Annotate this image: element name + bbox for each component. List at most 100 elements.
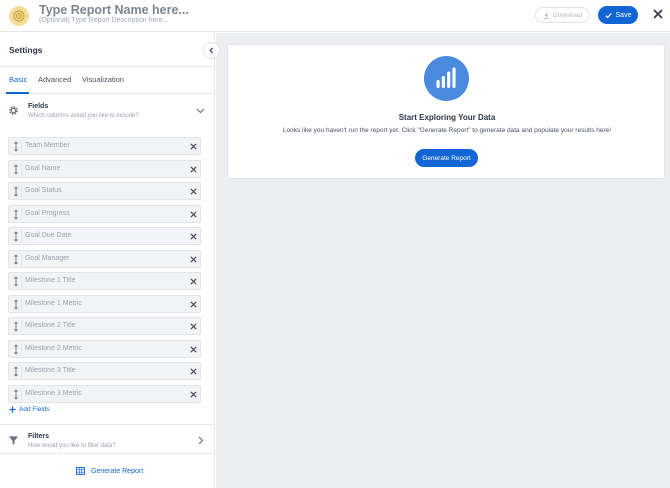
field-row[interactable]: Milestone 1 Metric bbox=[8, 294, 201, 313]
field-row[interactable]: Team Member bbox=[8, 137, 201, 155]
drag-handle-icon[interactable] bbox=[12, 253, 20, 265]
remove-field-icon[interactable] bbox=[190, 233, 197, 240]
remove-field-icon[interactable] bbox=[190, 255, 197, 263]
field-divider bbox=[21, 207, 22, 221]
empty-state-card: Start Exploring Your Data Looks like you… bbox=[227, 44, 665, 179]
remove-field-icon[interactable] bbox=[190, 300, 197, 308]
field-label: Milestone 3 Title bbox=[25, 367, 76, 374]
divider bbox=[0, 453, 214, 454]
field-divider bbox=[21, 162, 22, 176]
plus-icon bbox=[9, 406, 16, 413]
table-icon bbox=[76, 467, 85, 475]
empty-state-title: Start Exploring Your Data bbox=[398, 113, 496, 122]
remove-field-icon[interactable] bbox=[190, 188, 197, 195]
tab-visualization[interactable]: Visualization bbox=[82, 75, 124, 84]
chevron-right-icon bbox=[198, 436, 204, 445]
gear-icon bbox=[9, 106, 18, 115]
target-icon bbox=[13, 10, 25, 22]
generate-report-button[interactable]: Generate Report bbox=[415, 149, 478, 167]
remove-field-icon[interactable] bbox=[190, 390, 197, 398]
field-label: Goal Manager bbox=[25, 254, 70, 262]
drag-handle-icon[interactable] bbox=[12, 163, 20, 175]
empty-state-text: Looks like you haven't run the report ye… bbox=[282, 127, 612, 134]
remove-field-icon[interactable] bbox=[190, 143, 197, 150]
filters-subtitle: How would you like to filter data? bbox=[28, 443, 116, 449]
download-icon bbox=[543, 11, 550, 19]
field-row[interactable]: Milestone 1 Title bbox=[8, 272, 201, 290]
close-icon[interactable] bbox=[652, 8, 664, 20]
field-row[interactable]: Goal Progress bbox=[8, 204, 201, 223]
remove-field-icon[interactable] bbox=[190, 278, 197, 285]
field-divider bbox=[21, 185, 22, 198]
active-tab-indicator bbox=[6, 92, 29, 94]
drag-handle-icon[interactable] bbox=[12, 276, 20, 287]
tab-basic[interactable]: Basic bbox=[9, 75, 27, 84]
bar-chart-icon bbox=[436, 67, 456, 88]
download-label: Download bbox=[553, 11, 582, 19]
settings-tabs: Basic Advanced Visualization bbox=[0, 66, 214, 94]
download-button[interactable]: Download bbox=[535, 7, 590, 23]
remove-field-icon[interactable] bbox=[190, 210, 197, 218]
remove-field-icon[interactable] bbox=[190, 368, 197, 375]
field-label: Milestone 3 Metric bbox=[25, 389, 82, 397]
fields-title: Fields bbox=[28, 103, 49, 110]
field-divider bbox=[21, 342, 22, 356]
chevron-left-icon bbox=[209, 47, 213, 54]
drag-handle-icon[interactable] bbox=[12, 366, 20, 377]
add-fields-button[interactable]: Add Fields bbox=[9, 406, 50, 413]
field-row[interactable]: Milestone 2 Title bbox=[8, 317, 201, 335]
report-description-input[interactable]: (Optional) Type Report Description here.… bbox=[39, 17, 168, 24]
check-icon bbox=[604, 12, 612, 18]
add-fields-label: Add Fields bbox=[19, 406, 50, 413]
drag-handle-icon[interactable] bbox=[12, 388, 20, 400]
field-divider bbox=[21, 320, 22, 333]
sidebar-generate-report-button[interactable]: Generate Report bbox=[76, 467, 143, 475]
drag-handle-icon[interactable] bbox=[12, 298, 20, 310]
drag-handle-icon[interactable] bbox=[12, 208, 20, 220]
field-divider bbox=[21, 252, 22, 266]
field-label: Milestone 1 Title bbox=[25, 277, 76, 284]
field-label: Milestone 2 Title bbox=[25, 322, 76, 329]
collapse-sidebar-button[interactable] bbox=[203, 42, 220, 59]
filters-title: Filters bbox=[28, 433, 50, 440]
drag-handle-icon[interactable] bbox=[12, 231, 20, 242]
field-label: Goal Progress bbox=[25, 209, 70, 217]
field-row[interactable]: Milestone 3 Metric bbox=[8, 384, 201, 403]
report-name-input[interactable]: Type Report Name here... bbox=[39, 3, 189, 17]
field-row[interactable]: Milestone 2 Metric bbox=[8, 339, 201, 358]
save-label: Save bbox=[615, 11, 632, 19]
field-divider bbox=[21, 365, 22, 378]
report-logo bbox=[9, 6, 29, 26]
filter-icon bbox=[8, 436, 19, 445]
field-label: Goal Due Date bbox=[25, 232, 72, 239]
field-divider bbox=[21, 275, 22, 288]
results-area: Start Exploring Your Data Looks like you… bbox=[216, 33, 670, 488]
generate-report-label: Generate Report bbox=[422, 154, 471, 162]
field-row[interactable]: Goal Status bbox=[8, 182, 201, 200]
remove-field-icon[interactable] bbox=[190, 345, 197, 353]
save-button[interactable]: Save bbox=[598, 6, 638, 24]
field-row[interactable]: Goal Due Date bbox=[8, 227, 201, 245]
tab-advanced[interactable]: Advanced bbox=[38, 75, 71, 84]
field-divider bbox=[21, 140, 22, 153]
field-label: Goal Status bbox=[25, 187, 62, 194]
drag-handle-icon[interactable] bbox=[12, 343, 20, 355]
field-row[interactable]: Goal Name bbox=[8, 159, 201, 178]
header: Type Report Name here... (Optional) Type… bbox=[0, 0, 670, 32]
chevron-down-icon bbox=[196, 108, 205, 114]
field-divider bbox=[21, 387, 22, 401]
drag-handle-icon[interactable] bbox=[12, 321, 20, 332]
remove-field-icon[interactable] bbox=[190, 323, 197, 330]
field-label: Milestone 2 Metric bbox=[25, 344, 82, 352]
settings-sidebar: Settings Basic Advanced Visualization Fi… bbox=[0, 33, 220, 488]
drag-handle-icon[interactable] bbox=[12, 141, 20, 152]
field-row[interactable]: Goal Manager bbox=[8, 249, 201, 268]
drag-handle-icon[interactable] bbox=[12, 186, 20, 197]
remove-field-icon[interactable] bbox=[190, 165, 197, 173]
field-label: Milestone 1 Metric bbox=[25, 299, 82, 307]
field-list: Team Member Goal Name Goal Status Goal Prog… bbox=[8, 137, 202, 407]
field-row[interactable]: Milestone 3 Title bbox=[8, 362, 201, 380]
settings-title: Settings bbox=[9, 45, 43, 55]
fields-section-header[interactable]: Fields Which columns would you like to i… bbox=[0, 95, 214, 127]
field-label: Team Member bbox=[25, 142, 70, 149]
